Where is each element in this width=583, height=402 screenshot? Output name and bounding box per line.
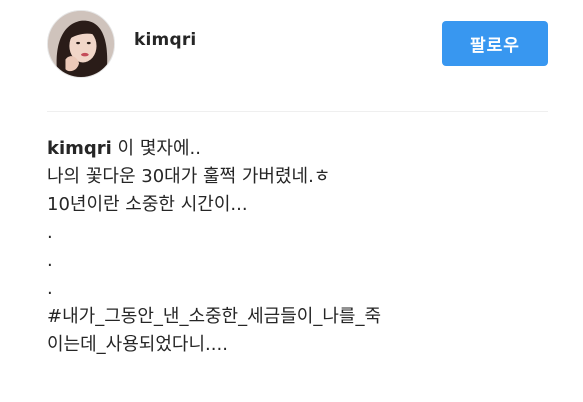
caption-line: . xyxy=(47,250,53,271)
caption-hashtag-line[interactable]: 이는데_사용되었다니.... xyxy=(47,331,557,359)
divider xyxy=(47,111,548,112)
avatar[interactable] xyxy=(47,10,115,78)
caption-line: 나의 꽃다운 30대가 훌쩍 가버렸네.ㅎ xyxy=(47,166,331,187)
caption-hashtag-line[interactable]: #내가_그동안_낸_소중한_세금들이_나를_죽 xyxy=(47,303,557,331)
caption-line-1: kimqri 이 몇자에.. xyxy=(47,135,557,163)
caption-first-line-text: 이 몇자에.. xyxy=(111,138,201,159)
post-caption: kimqri 이 몇자에.. 나의 꽃다운 30대가 훌쩍 가버렸네.ㅎ 10년… xyxy=(47,135,557,359)
post-header: kimqri 팔로우 xyxy=(0,0,583,100)
caption-author[interactable]: kimqri xyxy=(47,138,112,159)
caption-line: . xyxy=(47,222,53,243)
caption-line: 10년이란 소중한 시간이... xyxy=(47,194,248,215)
username[interactable]: kimqri xyxy=(134,30,196,50)
follow-button[interactable]: 팔로우 xyxy=(442,21,548,66)
profile-photo-icon xyxy=(48,11,114,77)
caption-line: . xyxy=(47,278,53,299)
